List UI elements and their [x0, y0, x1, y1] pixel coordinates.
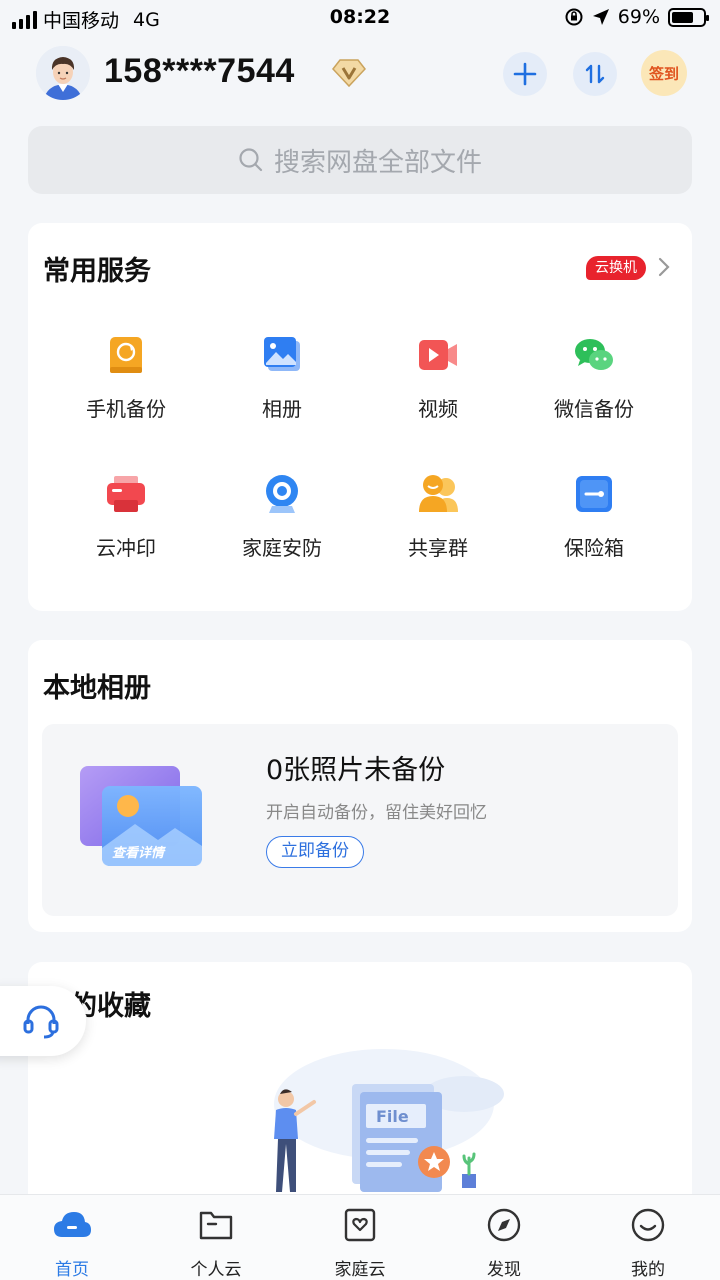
phone-backup-icon — [110, 337, 142, 373]
local-album-card: 本地相册 查看详情 0张照片未备份 开启自动备份，留住美好回忆 立即备份 — [28, 640, 692, 932]
service-video[interactable]: 视频 — [360, 335, 516, 422]
service-label: 保险箱 — [564, 536, 624, 560]
service-label: 共享群 — [408, 536, 468, 560]
tab-label: 首页 — [55, 1260, 89, 1280]
transfer-button[interactable] — [573, 52, 617, 96]
headset-icon — [23, 1005, 59, 1039]
wechat-icon — [575, 339, 613, 370]
service-cloud-print[interactable]: 云冲印 — [48, 474, 204, 561]
tab-home[interactable]: 首页 — [22, 1207, 122, 1280]
album-backup-panel[interactable]: 查看详情 0张照片未备份 开启自动备份，留住美好回忆 立即备份 — [42, 724, 678, 916]
file-illustration-label: File — [376, 1107, 409, 1126]
plus-icon — [513, 62, 537, 86]
album-icon — [264, 337, 300, 371]
illustration-label: 查看详情 — [112, 845, 166, 861]
chevron-right-icon[interactable] — [658, 257, 670, 277]
rotation-lock-icon — [565, 8, 583, 26]
backup-now-button[interactable]: 立即备份 — [266, 836, 364, 868]
smile-face-icon — [631, 1208, 665, 1242]
service-label: 相册 — [262, 397, 302, 421]
battery-icon — [668, 7, 709, 27]
search-placeholder: 搜索网盘全部文件 — [273, 147, 482, 178]
unbacked-photo-count: 0张照片未备份 — [266, 755, 446, 786]
service-share-group[interactable]: 共享群 — [360, 474, 516, 561]
tab-discover[interactable]: 发现 — [454, 1207, 554, 1280]
search-bar[interactable]: 搜索网盘全部文件 — [28, 126, 692, 194]
services-title: 常用服务 — [43, 256, 151, 287]
family-heart-icon — [344, 1208, 376, 1242]
share-group-icon — [419, 475, 458, 512]
vip-badge-icon[interactable] — [332, 58, 366, 88]
customer-service-button[interactable] — [0, 986, 86, 1056]
home-cloud-icon — [54, 1212, 91, 1237]
service-safe-box[interactable]: 保险箱 — [516, 474, 672, 561]
folder-icon — [199, 1211, 233, 1240]
service-label: 视频 — [418, 397, 458, 421]
location-arrow-icon — [592, 9, 609, 25]
service-phone-backup[interactable]: 手机备份 — [48, 335, 204, 422]
local-album-title: 本地相册 — [43, 673, 151, 704]
service-label: 微信备份 — [554, 397, 634, 421]
safe-icon — [576, 476, 612, 512]
user-phone: 158****7544 — [104, 52, 295, 90]
transfer-arrows-icon — [585, 64, 605, 84]
tab-label: 我的 — [631, 1260, 665, 1280]
service-label: 家庭安防 — [242, 536, 322, 560]
photo-stack-illustration: 查看详情 — [80, 766, 202, 866]
search-icon — [239, 148, 263, 172]
tab-label: 发现 — [487, 1260, 521, 1280]
services-card: 常用服务 云换机 手机备份 相册 视频 微信备份 云冲印 家庭安防 共享群 保险… — [28, 223, 692, 611]
status-bar: 中国移动 4G 08:22 69% — [0, 0, 720, 36]
tab-personal-cloud[interactable]: 个人云 — [166, 1207, 266, 1280]
print-icon — [107, 476, 145, 512]
empty-favorites-illustration: File — [274, 1049, 504, 1192]
checkin-button[interactable]: 签到 — [641, 50, 687, 96]
header: 158****7544 签到 — [0, 44, 720, 104]
checkin-label: 签到 — [648, 64, 679, 83]
service-label: 云冲印 — [96, 536, 156, 560]
battery-percent: 69% — [617, 6, 660, 28]
tab-family-cloud[interactable]: 家庭云 — [310, 1207, 410, 1280]
video-icon — [419, 340, 457, 370]
promo-badge[interactable]: 云换机 — [586, 256, 646, 280]
tab-label: 家庭云 — [334, 1260, 386, 1280]
avatar[interactable] — [36, 46, 90, 100]
service-label: 手机备份 — [86, 397, 166, 421]
album-subtitle: 开启自动备份，留住美好回忆 — [266, 803, 487, 823]
tab-label: 个人云 — [190, 1260, 242, 1280]
tab-me[interactable]: 我的 — [598, 1207, 698, 1280]
compass-icon — [487, 1208, 521, 1242]
service-wechat-backup[interactable]: 微信备份 — [516, 335, 672, 422]
camera-icon — [266, 475, 298, 513]
add-button[interactable] — [503, 52, 547, 96]
service-home-security[interactable]: 家庭安防 — [204, 474, 360, 561]
service-album[interactable]: 相册 — [204, 335, 360, 422]
bottom-tab-bar: 首页 个人云 家庭云 发现 我的 — [0, 1194, 720, 1280]
